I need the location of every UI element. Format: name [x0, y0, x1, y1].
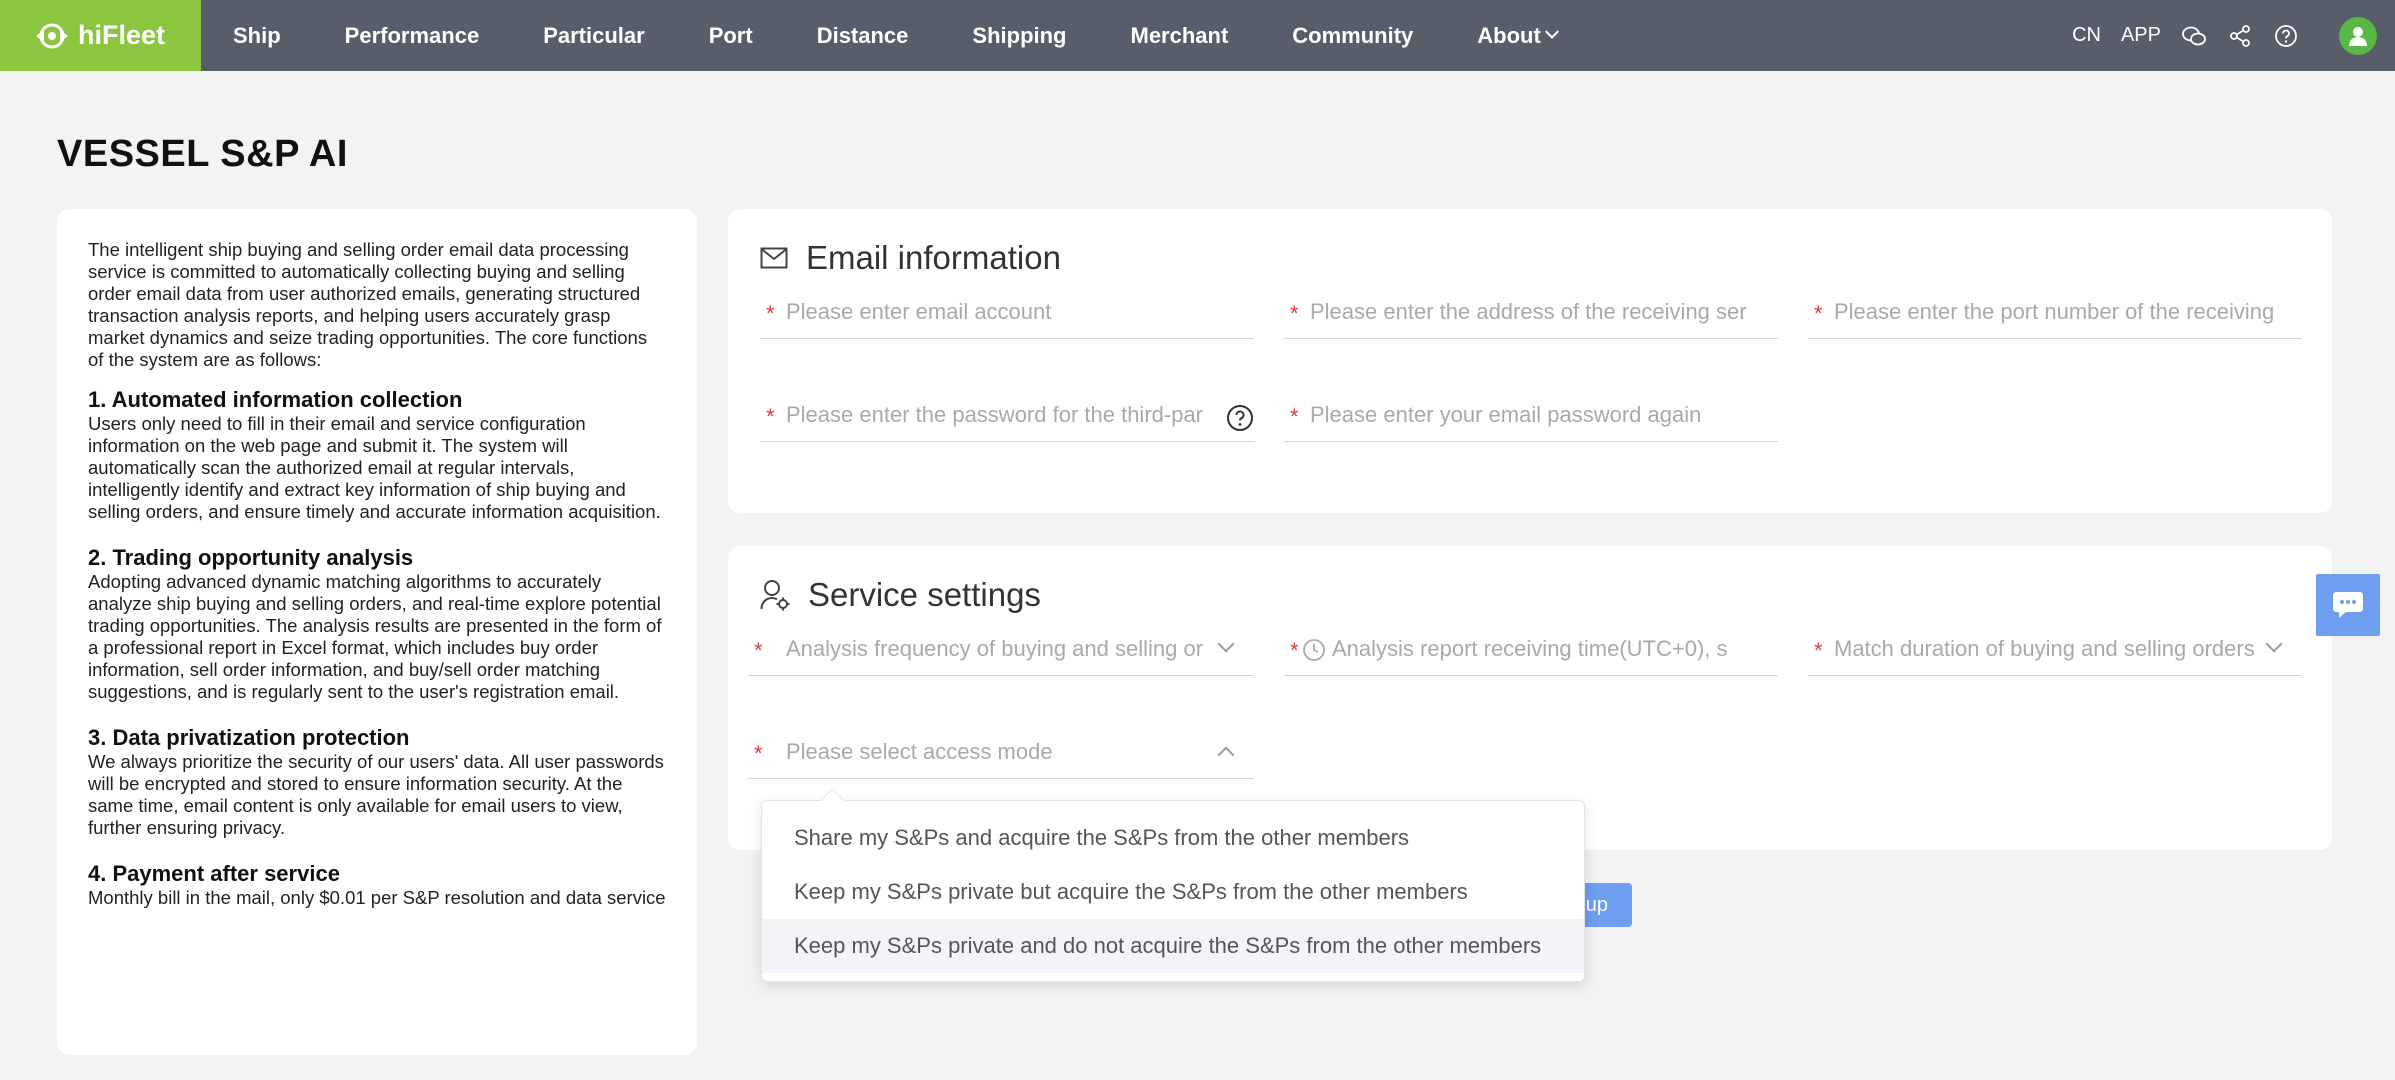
feature-section: 1. Automated information collection User…	[88, 387, 666, 523]
card-title: Service settings	[808, 576, 1041, 613]
report-time-picker[interactable]: * Analysis report receiving time(UTC+0),…	[1284, 624, 1778, 676]
nav-shipping[interactable]: Shipping	[940, 0, 1098, 71]
nav-ship[interactable]: Ship	[201, 0, 313, 71]
access-option-share[interactable]: Share my S&Ps and acquire the S&Ps from …	[762, 811, 1584, 865]
chevron-down-icon	[1544, 24, 1559, 39]
access-mode-placeholder: Please select access mode	[786, 739, 1053, 764]
top-navbar: hiFleet Ship Performance Particular Port…	[0, 0, 2395, 71]
user-icon	[2349, 26, 2367, 46]
feature-section: 4. Payment after service Monthly bill in…	[88, 861, 666, 909]
chevron-down-icon	[1217, 635, 1235, 653]
required-mark: *	[754, 741, 763, 766]
match-duration-placeholder: Match duration of buying and selling ord…	[1834, 636, 2254, 661]
feature-body: Monthly bill in the mail, only $0.01 per…	[88, 887, 666, 908]
required-mark: *	[766, 301, 775, 326]
wechat-icon[interactable]	[2181, 23, 2207, 49]
service-description-card: The intelligent ship buying and selling …	[57, 209, 697, 1055]
card-header: Service settings	[760, 576, 1041, 614]
nav-about[interactable]: About	[1445, 0, 1589, 71]
feature-section: 2. Trading opportunity analysis Adopting…	[88, 545, 666, 703]
required-mark: *	[754, 638, 763, 663]
access-option-private-acquire[interactable]: Keep my S&Ps private but acquire the S&P…	[762, 865, 1584, 919]
nav-port[interactable]: Port	[677, 0, 785, 71]
logo-icon	[36, 23, 68, 48]
email-information-card: Email information * Please enter email a…	[728, 209, 2332, 513]
email-account-placeholder: Please enter email account	[786, 299, 1052, 324]
main-nav: Ship Performance Particular Port Distanc…	[201, 0, 1589, 71]
feature-title: 4. Payment after service	[88, 861, 340, 886]
feature-body: We always prioritize the security of our…	[88, 751, 664, 838]
required-mark: *	[1290, 404, 1299, 429]
email-account-field[interactable]: * Please enter email account	[760, 287, 1254, 339]
chevron-down-icon	[2265, 635, 2283, 653]
required-mark: *	[1290, 638, 1299, 663]
access-mode-dropdown: Share my S&Ps and acquire the S&Ps from …	[761, 800, 1585, 982]
feature-body: Adopting advanced dynamic matching algor…	[88, 571, 662, 702]
nav-distance[interactable]: Distance	[785, 0, 941, 71]
receiving-server-field[interactable]: * Please enter the address of the receiv…	[1284, 287, 1778, 339]
nav-community[interactable]: Community	[1260, 0, 1445, 71]
receiving-port-placeholder: Please enter the port number of the rece…	[1834, 299, 2275, 324]
feature-title: 2. Trading opportunity analysis	[88, 545, 414, 570]
required-mark: *	[766, 404, 775, 429]
question-icon[interactable]	[1226, 404, 1254, 437]
analysis-frequency-placeholder: Analysis frequency of buying and selling…	[786, 636, 1204, 661]
user-avatar[interactable]	[2339, 16, 2377, 55]
card-header: Email information	[760, 239, 1061, 277]
analysis-frequency-select[interactable]: * Analysis frequency of buying and selli…	[748, 624, 1254, 676]
receiving-port-field[interactable]: * Please enter the port number of the re…	[1808, 287, 2302, 339]
language-cn-link[interactable]: CN	[2072, 24, 2101, 47]
report-time-placeholder: Analysis report receiving time(UTC+0), s	[1332, 636, 1728, 661]
nav-merchant[interactable]: Merchant	[1099, 0, 1261, 71]
nav-utilities: CN APP	[2072, 0, 2377, 71]
user-settings-icon	[760, 580, 790, 611]
intro-text: The intelligent ship buying and selling …	[88, 239, 648, 370]
match-duration-select[interactable]: * Match duration of buying and selling o…	[1808, 624, 2302, 676]
chat-button[interactable]	[2316, 574, 2380, 636]
access-mode-select[interactable]: * Please select access mode	[748, 727, 1254, 779]
required-mark: *	[1290, 301, 1299, 326]
clock-icon	[1302, 638, 1326, 667]
chevron-up-icon	[1217, 746, 1235, 764]
nav-particular[interactable]: Particular	[511, 0, 677, 71]
feature-section: 3. Data privatization protection We alwa…	[88, 725, 666, 839]
nav-performance[interactable]: Performance	[313, 0, 512, 71]
logo[interactable]: hiFleet	[0, 0, 201, 71]
required-mark: *	[1814, 301, 1823, 326]
access-option-private-no-acquire[interactable]: Keep my S&Ps private and do not acquire …	[762, 919, 1584, 973]
confirm-password-placeholder: Please enter your email password again	[1310, 402, 1702, 427]
feature-title: 1. Automated information collection	[88, 387, 463, 412]
third-party-password-placeholder: Please enter the password for the third-…	[786, 402, 1204, 427]
help-icon[interactable]	[2273, 23, 2299, 49]
nav-about-label: About	[1477, 22, 1541, 48]
app-link[interactable]: APP	[2121, 24, 2161, 47]
share-icon[interactable]	[2227, 23, 2253, 49]
feature-title: 3. Data privatization protection	[88, 725, 410, 750]
confirm-password-field[interactable]: * Please enter your email password again	[1284, 390, 1778, 442]
feature-body: Users only need to fill in their email a…	[88, 413, 661, 522]
third-party-password-field[interactable]: * Please enter the password for the thir…	[760, 390, 1254, 442]
required-mark: *	[1814, 638, 1823, 663]
chat-bubble-icon	[2333, 592, 2363, 618]
page-title: VESSEL S&P AI	[57, 133, 348, 175]
envelope-icon	[760, 247, 788, 269]
receiving-server-placeholder: Please enter the address of the receivin…	[1310, 299, 1747, 324]
card-title: Email information	[806, 239, 1061, 276]
brand-name: hiFleet	[78, 20, 166, 50]
